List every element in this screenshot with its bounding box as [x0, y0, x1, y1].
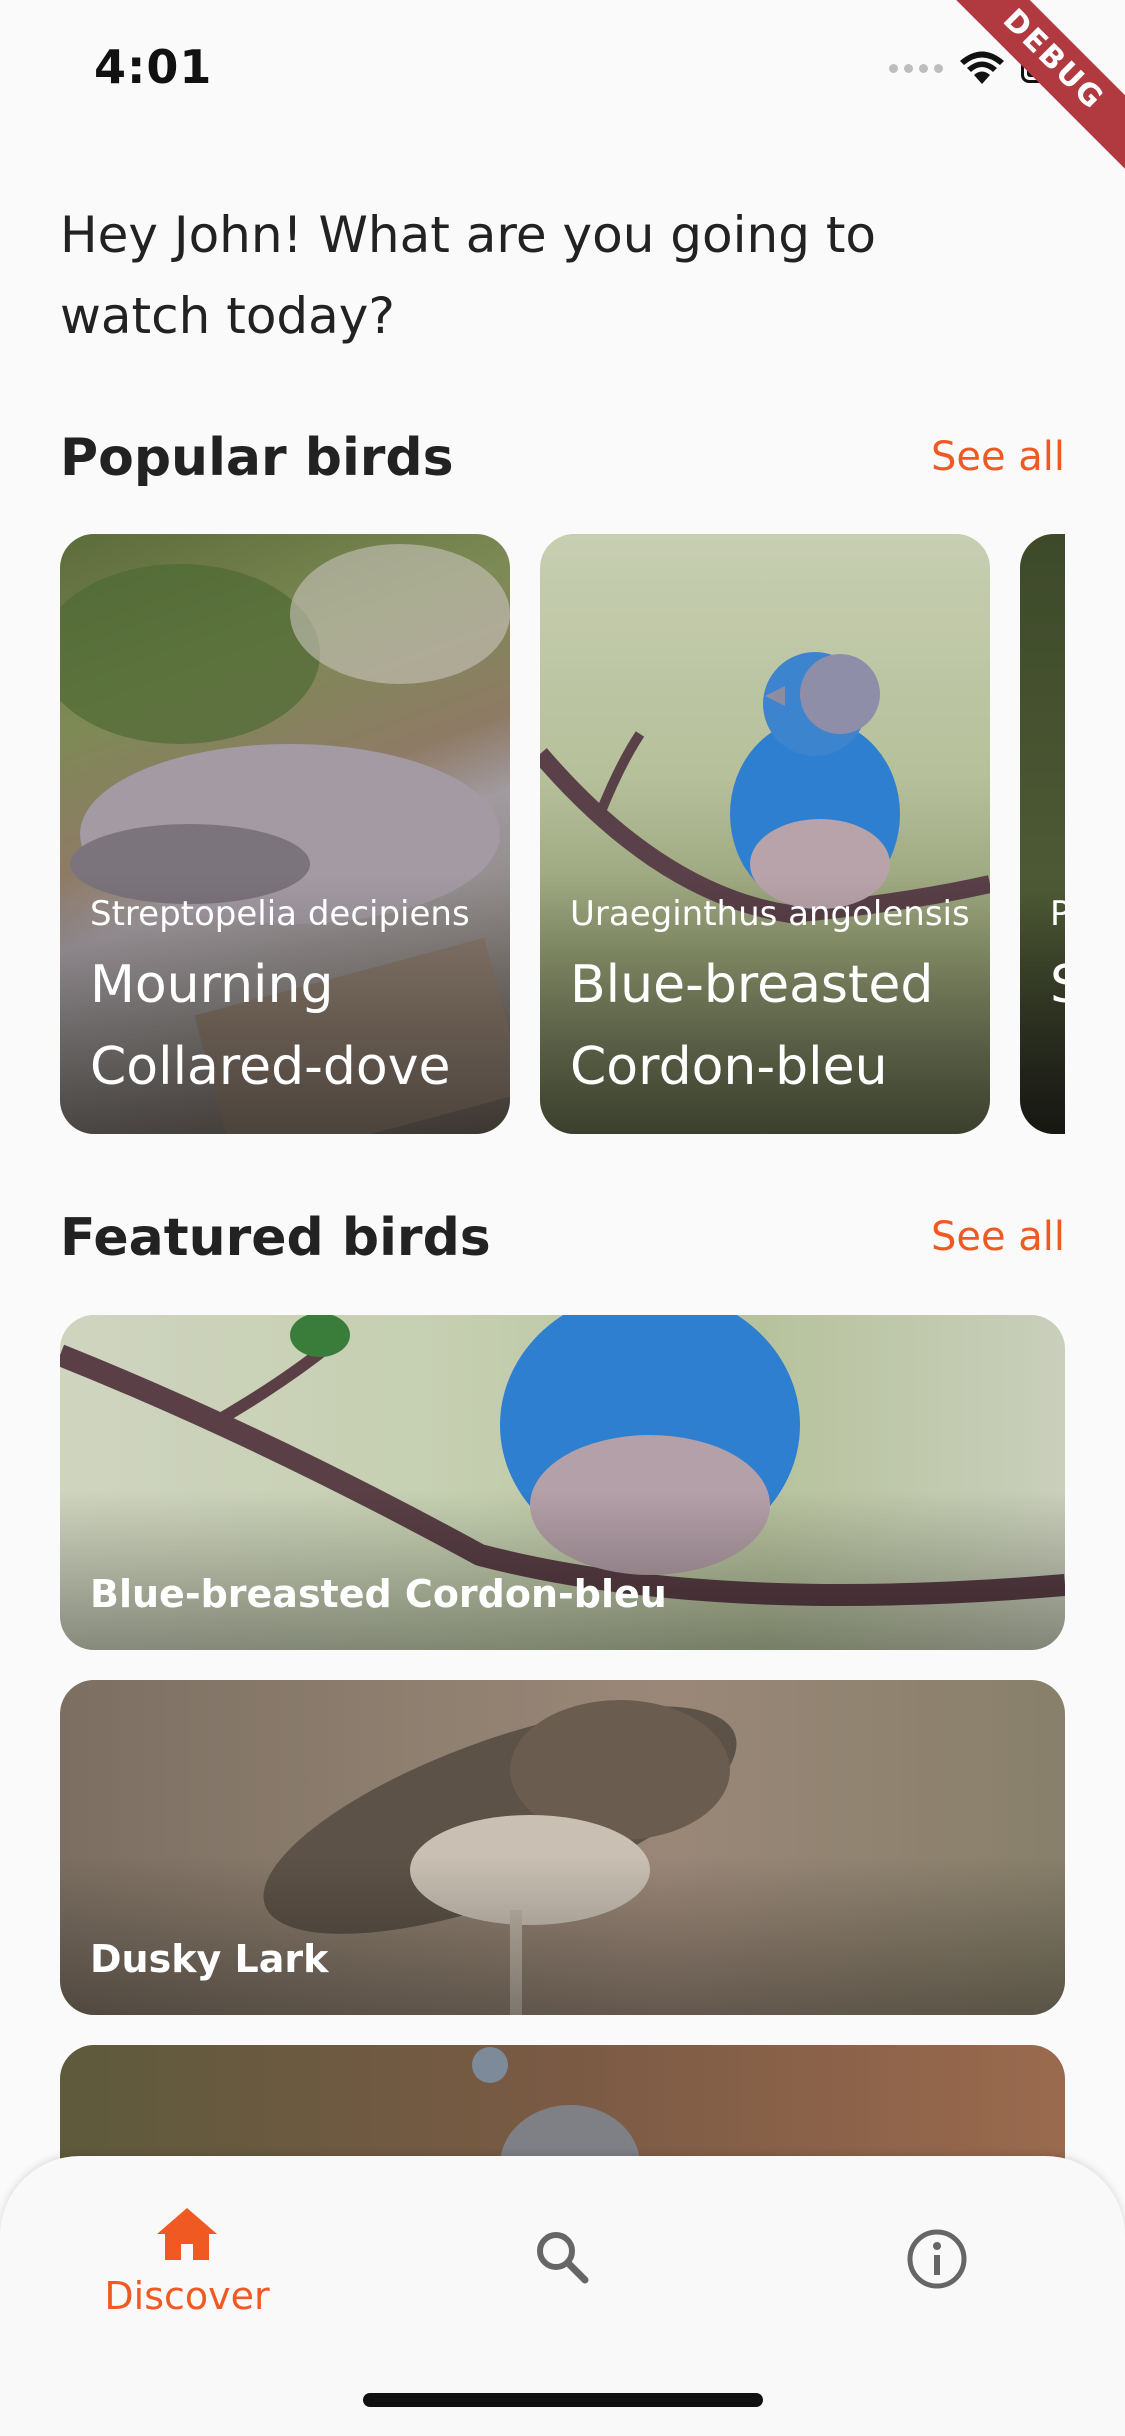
card-latin-name: P [1050, 894, 1065, 934]
status-bar: 4:01 [0, 0, 1125, 140]
popular-card[interactable]: Uraeginthus angolensis Blue-breasted Cor… [540, 534, 990, 1134]
featured-card[interactable]: Blue-breasted Cordon-bleu [60, 1315, 1065, 1650]
popular-card[interactable]: Streptopelia decipiens Mourning Collared… [60, 534, 510, 1134]
info-icon [907, 2229, 967, 2289]
featured-card[interactable]: Dusky Lark [60, 1680, 1065, 2015]
card-bird-name: Mourning Collared-dove [90, 955, 451, 1097]
popular-birds-title: Popular birds [60, 428, 454, 488]
popular-birds-carousel[interactable]: Streptopelia decipiens Mourning Collared… [60, 534, 1065, 1134]
home-icon [157, 2208, 217, 2260]
popular-card[interactable]: P S f [1020, 534, 1065, 1134]
wifi-icon [960, 51, 1004, 84]
nav-search[interactable] [437, 2228, 687, 2290]
signal-icon [889, 63, 943, 73]
greeting-text: Hey John! What are you going to watch to… [60, 206, 877, 345]
featured-bird-name: Dusky Lark [90, 1937, 329, 1981]
featured-see-all-link[interactable]: See all [931, 1214, 1065, 1260]
status-time: 4:01 [94, 40, 213, 94]
card-latin-name: Streptopelia decipiens [90, 894, 470, 934]
card-bird-name: Blue-breasted Cordon-bleu [570, 955, 934, 1097]
card-latin-name: Uraeginthus angolensis [570, 894, 970, 934]
home-indicator [363, 2393, 763, 2407]
nav-discover[interactable]: Discover [62, 2206, 312, 2318]
search-icon [537, 2232, 589, 2284]
card-bird-name: S f [1050, 944, 1065, 1026]
popular-see-all-link[interactable]: See all [931, 434, 1065, 480]
nav-info[interactable] [812, 2228, 1062, 2294]
featured-bird-name: Blue-breasted Cordon-bleu [90, 1572, 667, 1616]
nav-label: Discover [104, 2274, 270, 2318]
featured-birds-title: Featured birds [60, 1208, 491, 1268]
